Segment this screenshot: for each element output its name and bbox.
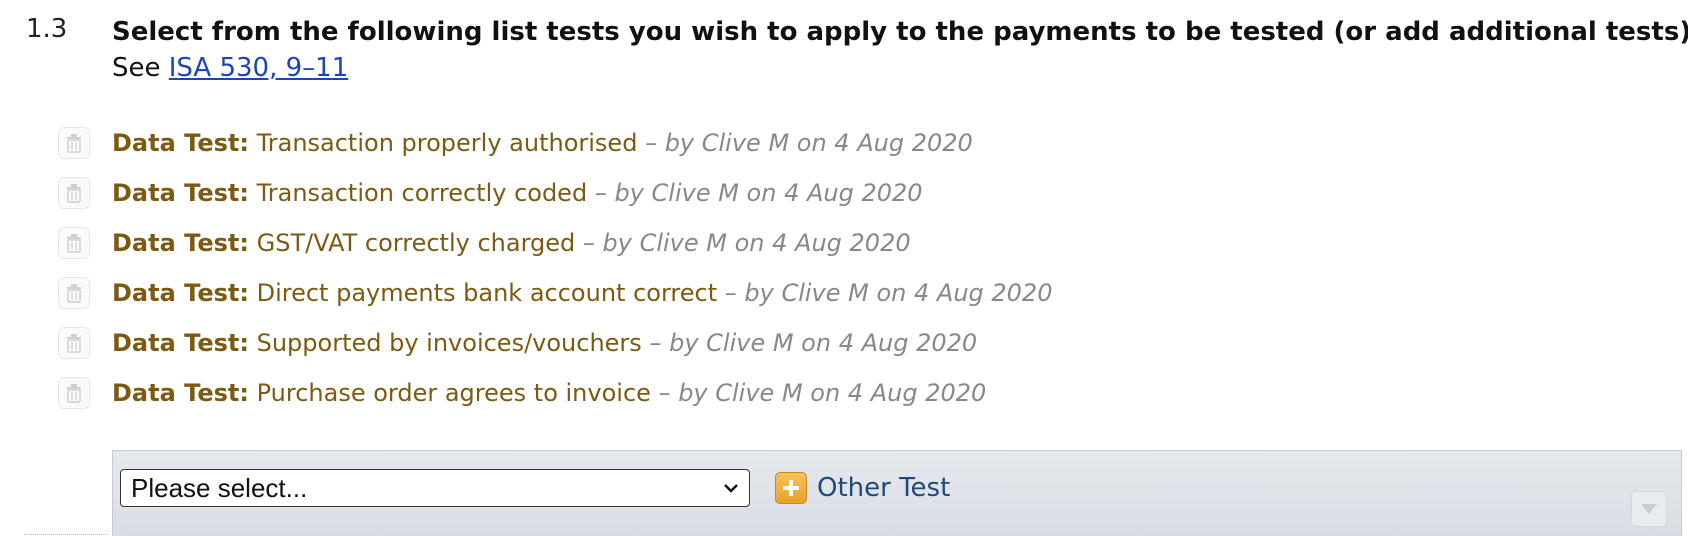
trash-icon: [67, 234, 81, 253]
triangle-down-icon: [1641, 504, 1657, 514]
test-item: Data Test: Purchase order agrees to invo…: [58, 368, 1258, 418]
test-name: Direct payments bank account correct: [256, 279, 718, 307]
test-label: Data Test:: [112, 379, 249, 407]
test-name: Purchase order agrees to invoice: [256, 379, 651, 407]
delete-button[interactable]: [58, 377, 90, 409]
delete-button[interactable]: [58, 327, 90, 359]
step-number: 1.3: [26, 14, 68, 44]
other-test-label: Other Test: [817, 473, 951, 503]
test-text: Data Test: Direct payments bank account …: [112, 279, 1052, 307]
page: 1.3 Select from the following list tests…: [0, 0, 1688, 536]
delete-button[interactable]: [58, 227, 90, 259]
trash-icon: [67, 384, 81, 403]
add-test-toolbar: Please select... Other Test: [112, 450, 1682, 536]
test-label: Data Test:: [112, 129, 249, 157]
divider: [24, 534, 108, 535]
test-name: Transaction correctly coded: [256, 179, 588, 207]
test-meta: – by Clive M on 4 Aug 2020: [724, 279, 1053, 307]
test-meta: – by Clive M on 4 Aug 2020: [645, 129, 973, 157]
test-label: Data Test:: [112, 179, 249, 207]
delete-button[interactable]: [58, 127, 90, 159]
trash-icon: [67, 184, 81, 203]
plus-icon: [775, 472, 807, 504]
test-item: Data Test: Transaction correctly coded –…: [58, 168, 1258, 218]
test-meta: – by Clive M on 4 Aug 2020: [582, 229, 911, 257]
test-list: Data Test: Transaction properly authoris…: [58, 118, 1258, 418]
test-select-value: Please select...: [131, 472, 308, 503]
test-name: GST/VAT correctly charged: [256, 229, 576, 257]
chevron-down-icon: [724, 484, 738, 493]
test-item: Data Test: Transaction properly authoris…: [58, 118, 1258, 168]
delete-button[interactable]: [58, 277, 90, 309]
step-heading: Select from the following list tests you…: [112, 14, 1688, 86]
collapse-button[interactable]: [1631, 491, 1667, 527]
test-label: Data Test:: [112, 329, 249, 357]
test-text: Data Test: Transaction properly authoris…: [112, 129, 973, 157]
test-label: Data Test:: [112, 229, 249, 257]
test-item: Data Test: GST/VAT correctly charged – b…: [58, 218, 1258, 268]
test-text: Data Test: GST/VAT correctly charged – b…: [112, 229, 911, 257]
see-prefix: See: [112, 53, 161, 83]
test-name: Transaction properly authorised: [256, 129, 638, 157]
test-meta: – by Clive M on 4 Aug 2020: [594, 179, 923, 207]
other-test-button[interactable]: Other Test: [775, 469, 950, 507]
test-meta: – by Clive M on 4 Aug 2020: [658, 379, 987, 407]
trash-icon: [67, 134, 81, 153]
test-text: Data Test: Transaction correctly coded –…: [112, 179, 923, 207]
test-name: Supported by invoices/vouchers: [256, 329, 642, 357]
test-item: Data Test: Supported by invoices/voucher…: [58, 318, 1258, 368]
test-meta: – by Clive M on 4 Aug 2020: [649, 329, 978, 357]
test-text: Data Test: Supported by invoices/voucher…: [112, 329, 977, 357]
test-label: Data Test:: [112, 279, 249, 307]
trash-icon: [67, 284, 81, 303]
trash-icon: [67, 334, 81, 353]
test-item: Data Test: Direct payments bank account …: [58, 268, 1258, 318]
test-text: Data Test: Purchase order agrees to invo…: [112, 379, 986, 407]
see-reference: See ISA 530, 9–11: [112, 50, 1682, 86]
test-select[interactable]: Please select...: [120, 469, 750, 507]
isa-reference-link[interactable]: ISA 530, 9–11: [169, 53, 349, 83]
step-title: Select from the following list tests you…: [112, 17, 1688, 47]
delete-button[interactable]: [58, 177, 90, 209]
